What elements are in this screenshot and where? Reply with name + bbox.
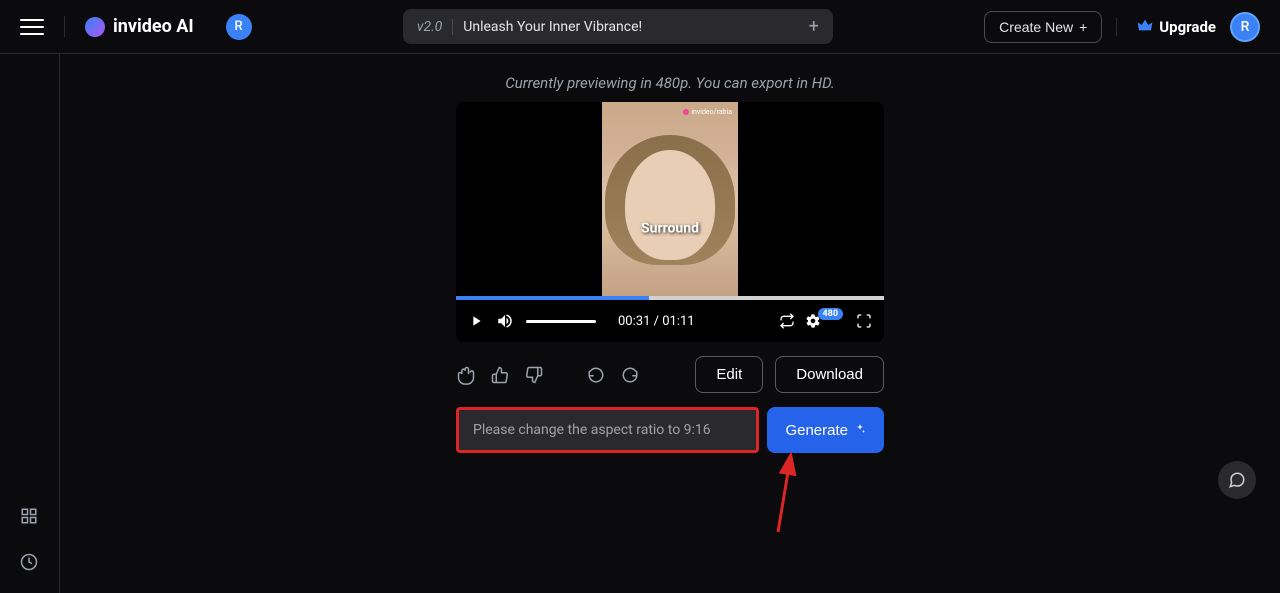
- quality-badge: 480: [818, 308, 844, 320]
- loop-icon[interactable]: [779, 313, 795, 329]
- user-avatar[interactable]: R: [1230, 12, 1260, 42]
- clap-icon[interactable]: [456, 365, 476, 385]
- create-new-label: Create New: [999, 19, 1073, 35]
- plus-icon[interactable]: +: [809, 16, 819, 37]
- create-new-button[interactable]: Create New +: [984, 11, 1102, 43]
- settings-icon[interactable]: 480: [805, 313, 847, 329]
- preview-note: Currently previewing in 480p. You can ex…: [505, 74, 834, 92]
- project-title: Unleash Your Inner Vibrance!: [463, 19, 798, 35]
- play-icon[interactable]: [468, 313, 484, 329]
- volume-icon[interactable]: [496, 312, 514, 330]
- prompt-input[interactable]: Please change the aspect ratio to 9:16: [456, 407, 759, 453]
- video-controls: 00:31 / 01:11 480: [456, 300, 884, 342]
- prompt-row: Please change the aspect ratio to 9:16 G…: [456, 407, 884, 453]
- fullscreen-icon[interactable]: [856, 313, 872, 329]
- logo-text: invideo AI: [113, 16, 194, 37]
- redo-icon[interactable]: [620, 365, 640, 385]
- edit-button[interactable]: Edit: [695, 356, 763, 393]
- logo[interactable]: invideo AI: [64, 16, 194, 37]
- thumbs-up-icon[interactable]: [490, 365, 510, 385]
- volume-slider[interactable]: [526, 320, 596, 323]
- video-content: [625, 150, 715, 260]
- undo-icon[interactable]: [586, 365, 606, 385]
- menu-icon[interactable]: [20, 15, 44, 39]
- upgrade-button[interactable]: Upgrade: [1116, 18, 1216, 36]
- sparkle-icon: [854, 422, 866, 439]
- plus-icon: +: [1079, 19, 1087, 35]
- action-bar: Edit Download: [456, 356, 884, 393]
- workspace-avatar[interactable]: R: [226, 14, 252, 40]
- crown-icon: [1137, 18, 1153, 36]
- generate-button[interactable]: Generate: [767, 407, 884, 453]
- header: invideo AI R v2.0 Unleash Your Inner Vib…: [0, 0, 1280, 54]
- version-label: v2.0: [417, 19, 453, 35]
- time-display: 00:31 / 01:11: [618, 314, 695, 329]
- header-right: Create New + Upgrade R: [984, 11, 1260, 43]
- video-watermark: invideo/rabia: [683, 108, 732, 116]
- upgrade-label: Upgrade: [1159, 18, 1216, 36]
- annotation-arrow: [768, 452, 808, 542]
- download-button[interactable]: Download: [775, 356, 884, 393]
- video-player[interactable]: invideo/rabia Surround 00:31 / 01:11: [456, 102, 884, 342]
- history-icon[interactable]: [20, 553, 40, 573]
- thumbs-down-icon[interactable]: [524, 365, 544, 385]
- video-frame: invideo/rabia: [602, 102, 738, 297]
- generate-label: Generate: [785, 422, 848, 439]
- project-title-input[interactable]: v2.0 Unleash Your Inner Vibrance! +: [403, 9, 833, 44]
- grid-icon[interactable]: [20, 507, 40, 527]
- main: Currently previewing in 480p. You can ex…: [60, 54, 1280, 453]
- sidebar: [0, 54, 60, 593]
- chat-icon[interactable]: [1218, 461, 1256, 499]
- caption: Surround: [641, 220, 699, 236]
- logo-icon: [85, 17, 105, 37]
